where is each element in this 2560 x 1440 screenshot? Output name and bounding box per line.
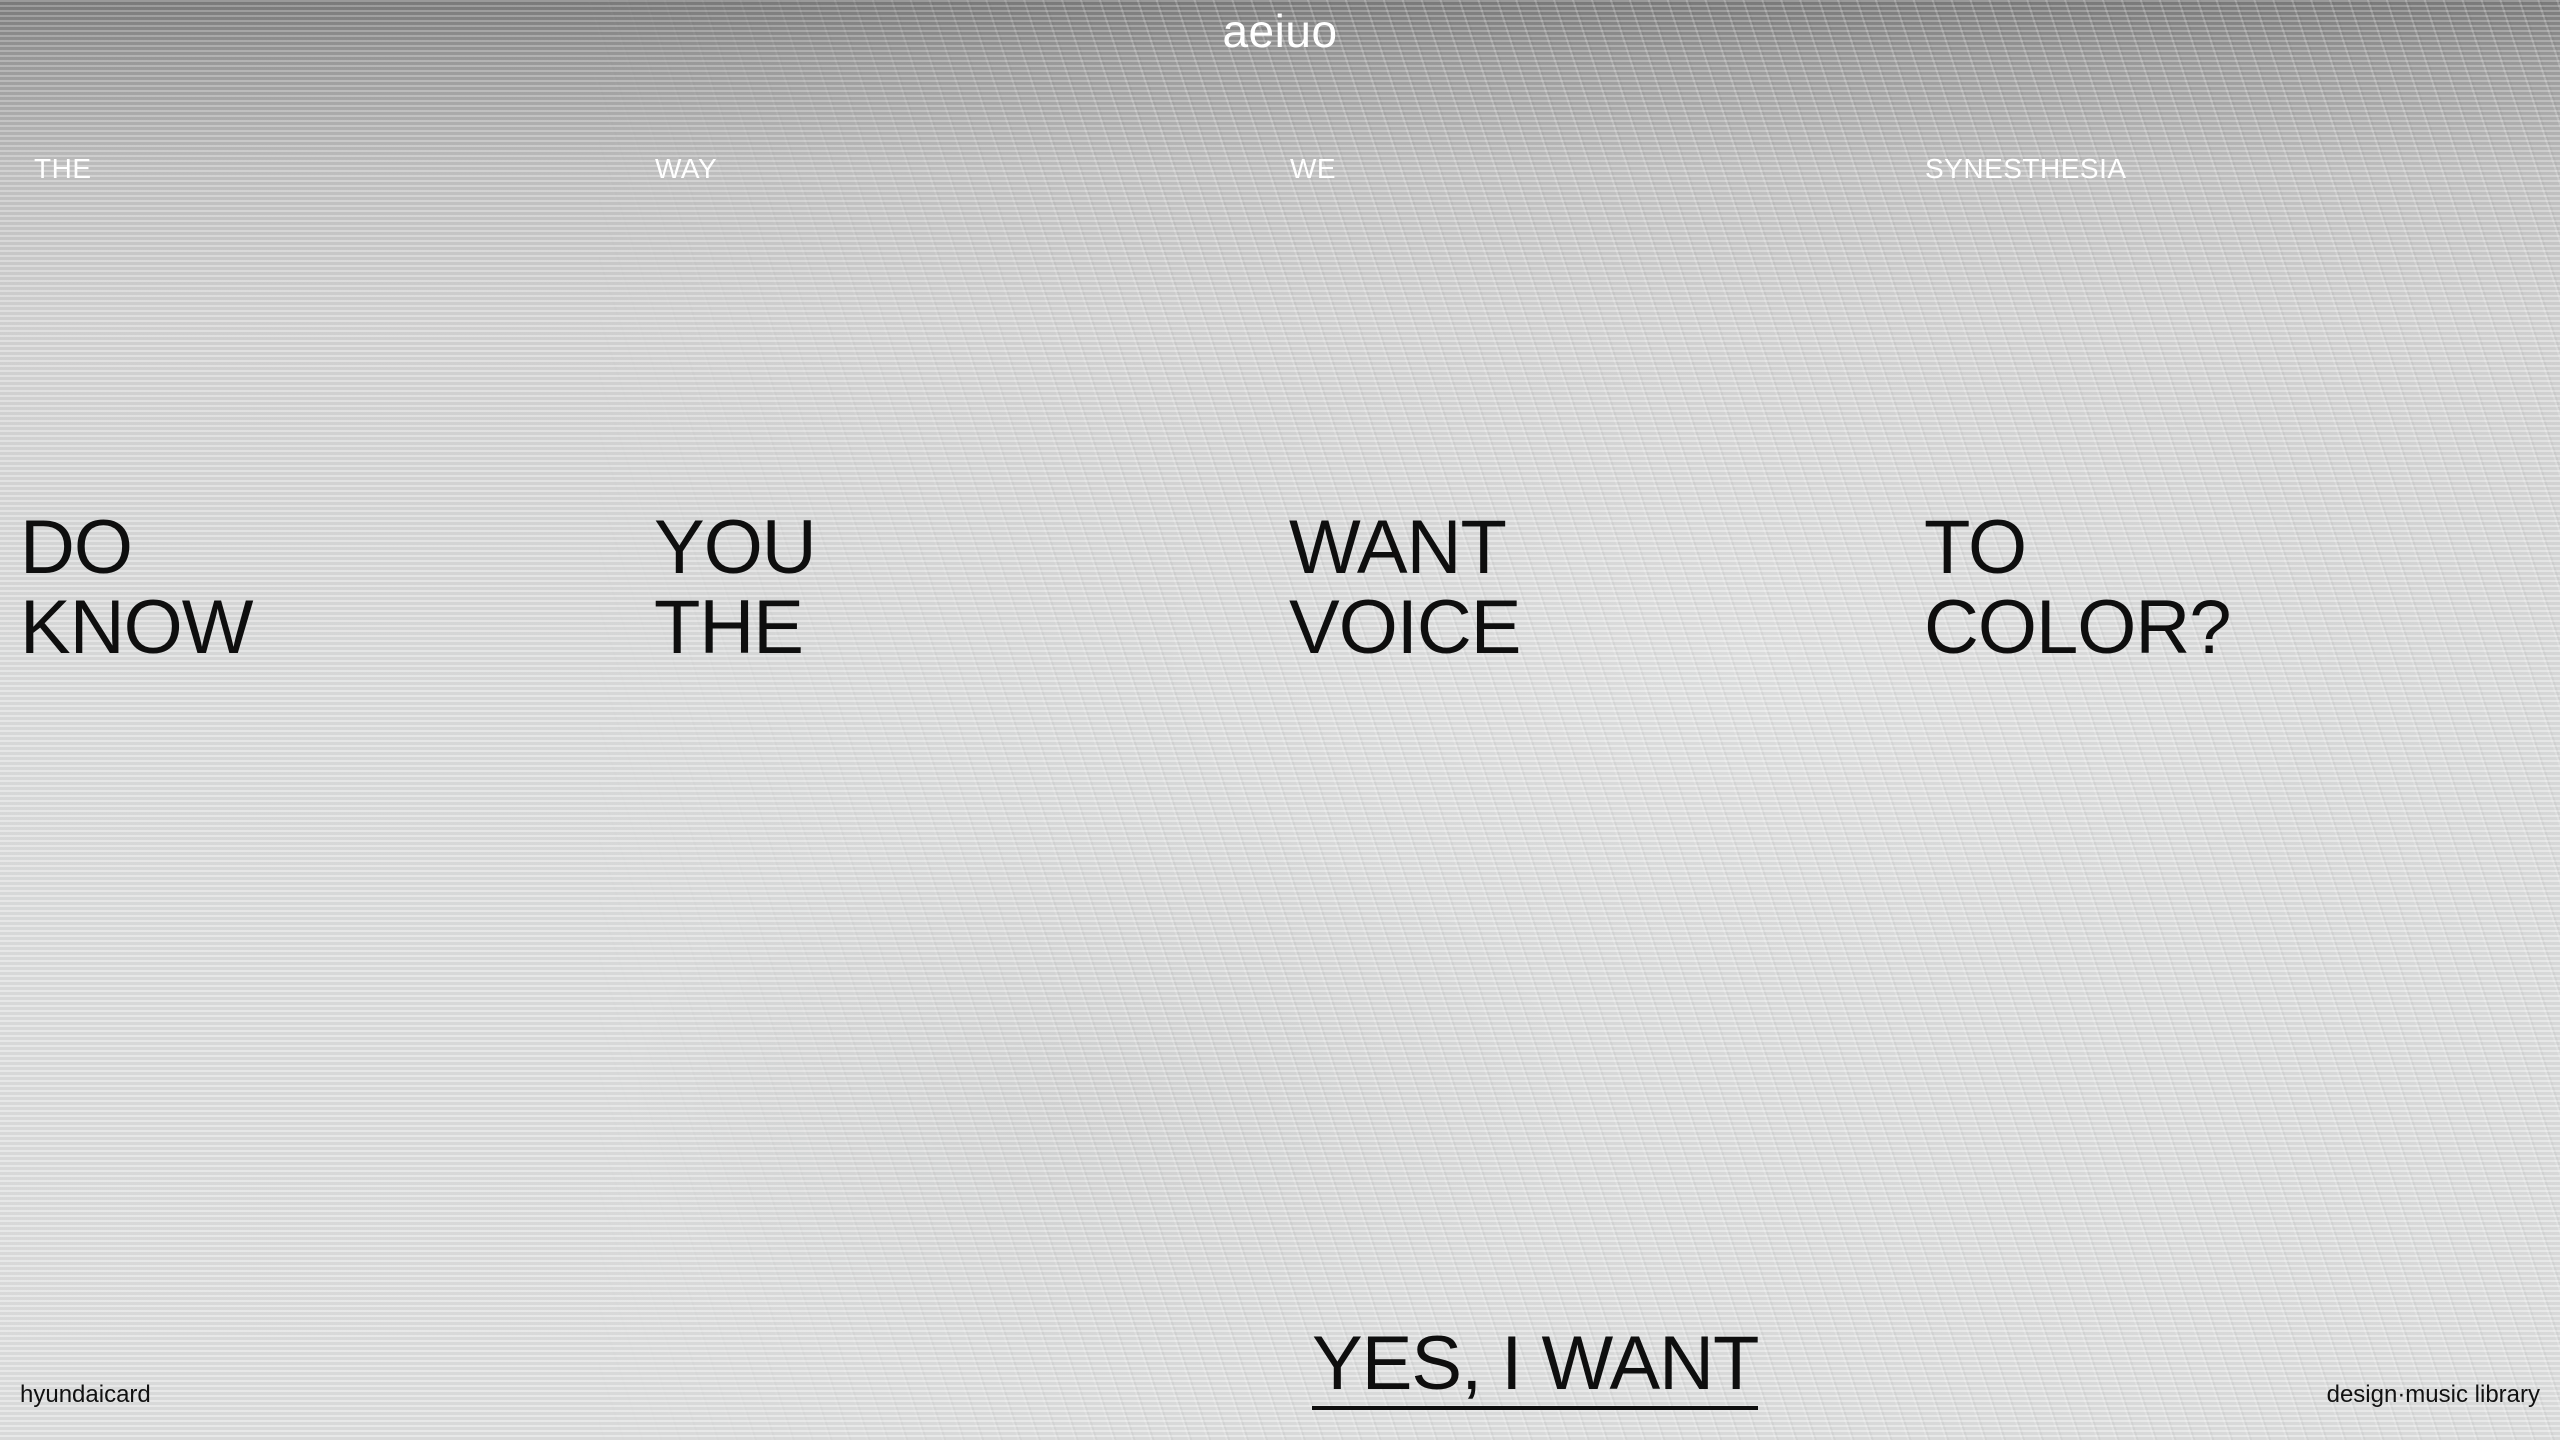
footer-hyundaicard-link[interactable]: hyundaicard bbox=[20, 1381, 151, 1409]
column-3-headline-line-2: VOICE bbox=[1289, 585, 1521, 670]
footer-design-music-library-link[interactable]: design·music library bbox=[2327, 1381, 2540, 1409]
column-2-headline: YOU THE bbox=[654, 505, 817, 670]
column-4-headline: TO COLOR? bbox=[1924, 505, 2232, 670]
background-streaks bbox=[0, 0, 2560, 1440]
column-4-headline-line-1: TO bbox=[1924, 505, 2027, 590]
column-4-headline-line-2: COLOR? bbox=[1924, 585, 2232, 670]
background-wave bbox=[0, 0, 2560, 1440]
column-1-headline-line-1: DO bbox=[20, 505, 133, 590]
column-3-small-word: WE bbox=[1290, 153, 1337, 184]
column-1-headline: DO KNOW bbox=[20, 505, 253, 670]
column-4-small-word: SYNESTHESIA bbox=[1925, 153, 2127, 184]
column-1-small-word: THE bbox=[34, 153, 92, 184]
column-2-headline-line-1: YOU bbox=[654, 505, 817, 590]
column-3-headline-line-1: WANT bbox=[1289, 505, 1507, 590]
yes-i-want-link[interactable]: YES, I WANT bbox=[1312, 1322, 1759, 1410]
column-2-small-word: WAY bbox=[655, 153, 718, 184]
column-3-headline: WANT VOICE bbox=[1289, 508, 1521, 668]
column-1-headline-line-2: KNOW bbox=[20, 585, 253, 670]
column-2-headline-line-2: THE bbox=[654, 585, 804, 670]
brand-logo[interactable]: aeiuo bbox=[0, 4, 2560, 58]
background-scanlines bbox=[0, 0, 2560, 1440]
